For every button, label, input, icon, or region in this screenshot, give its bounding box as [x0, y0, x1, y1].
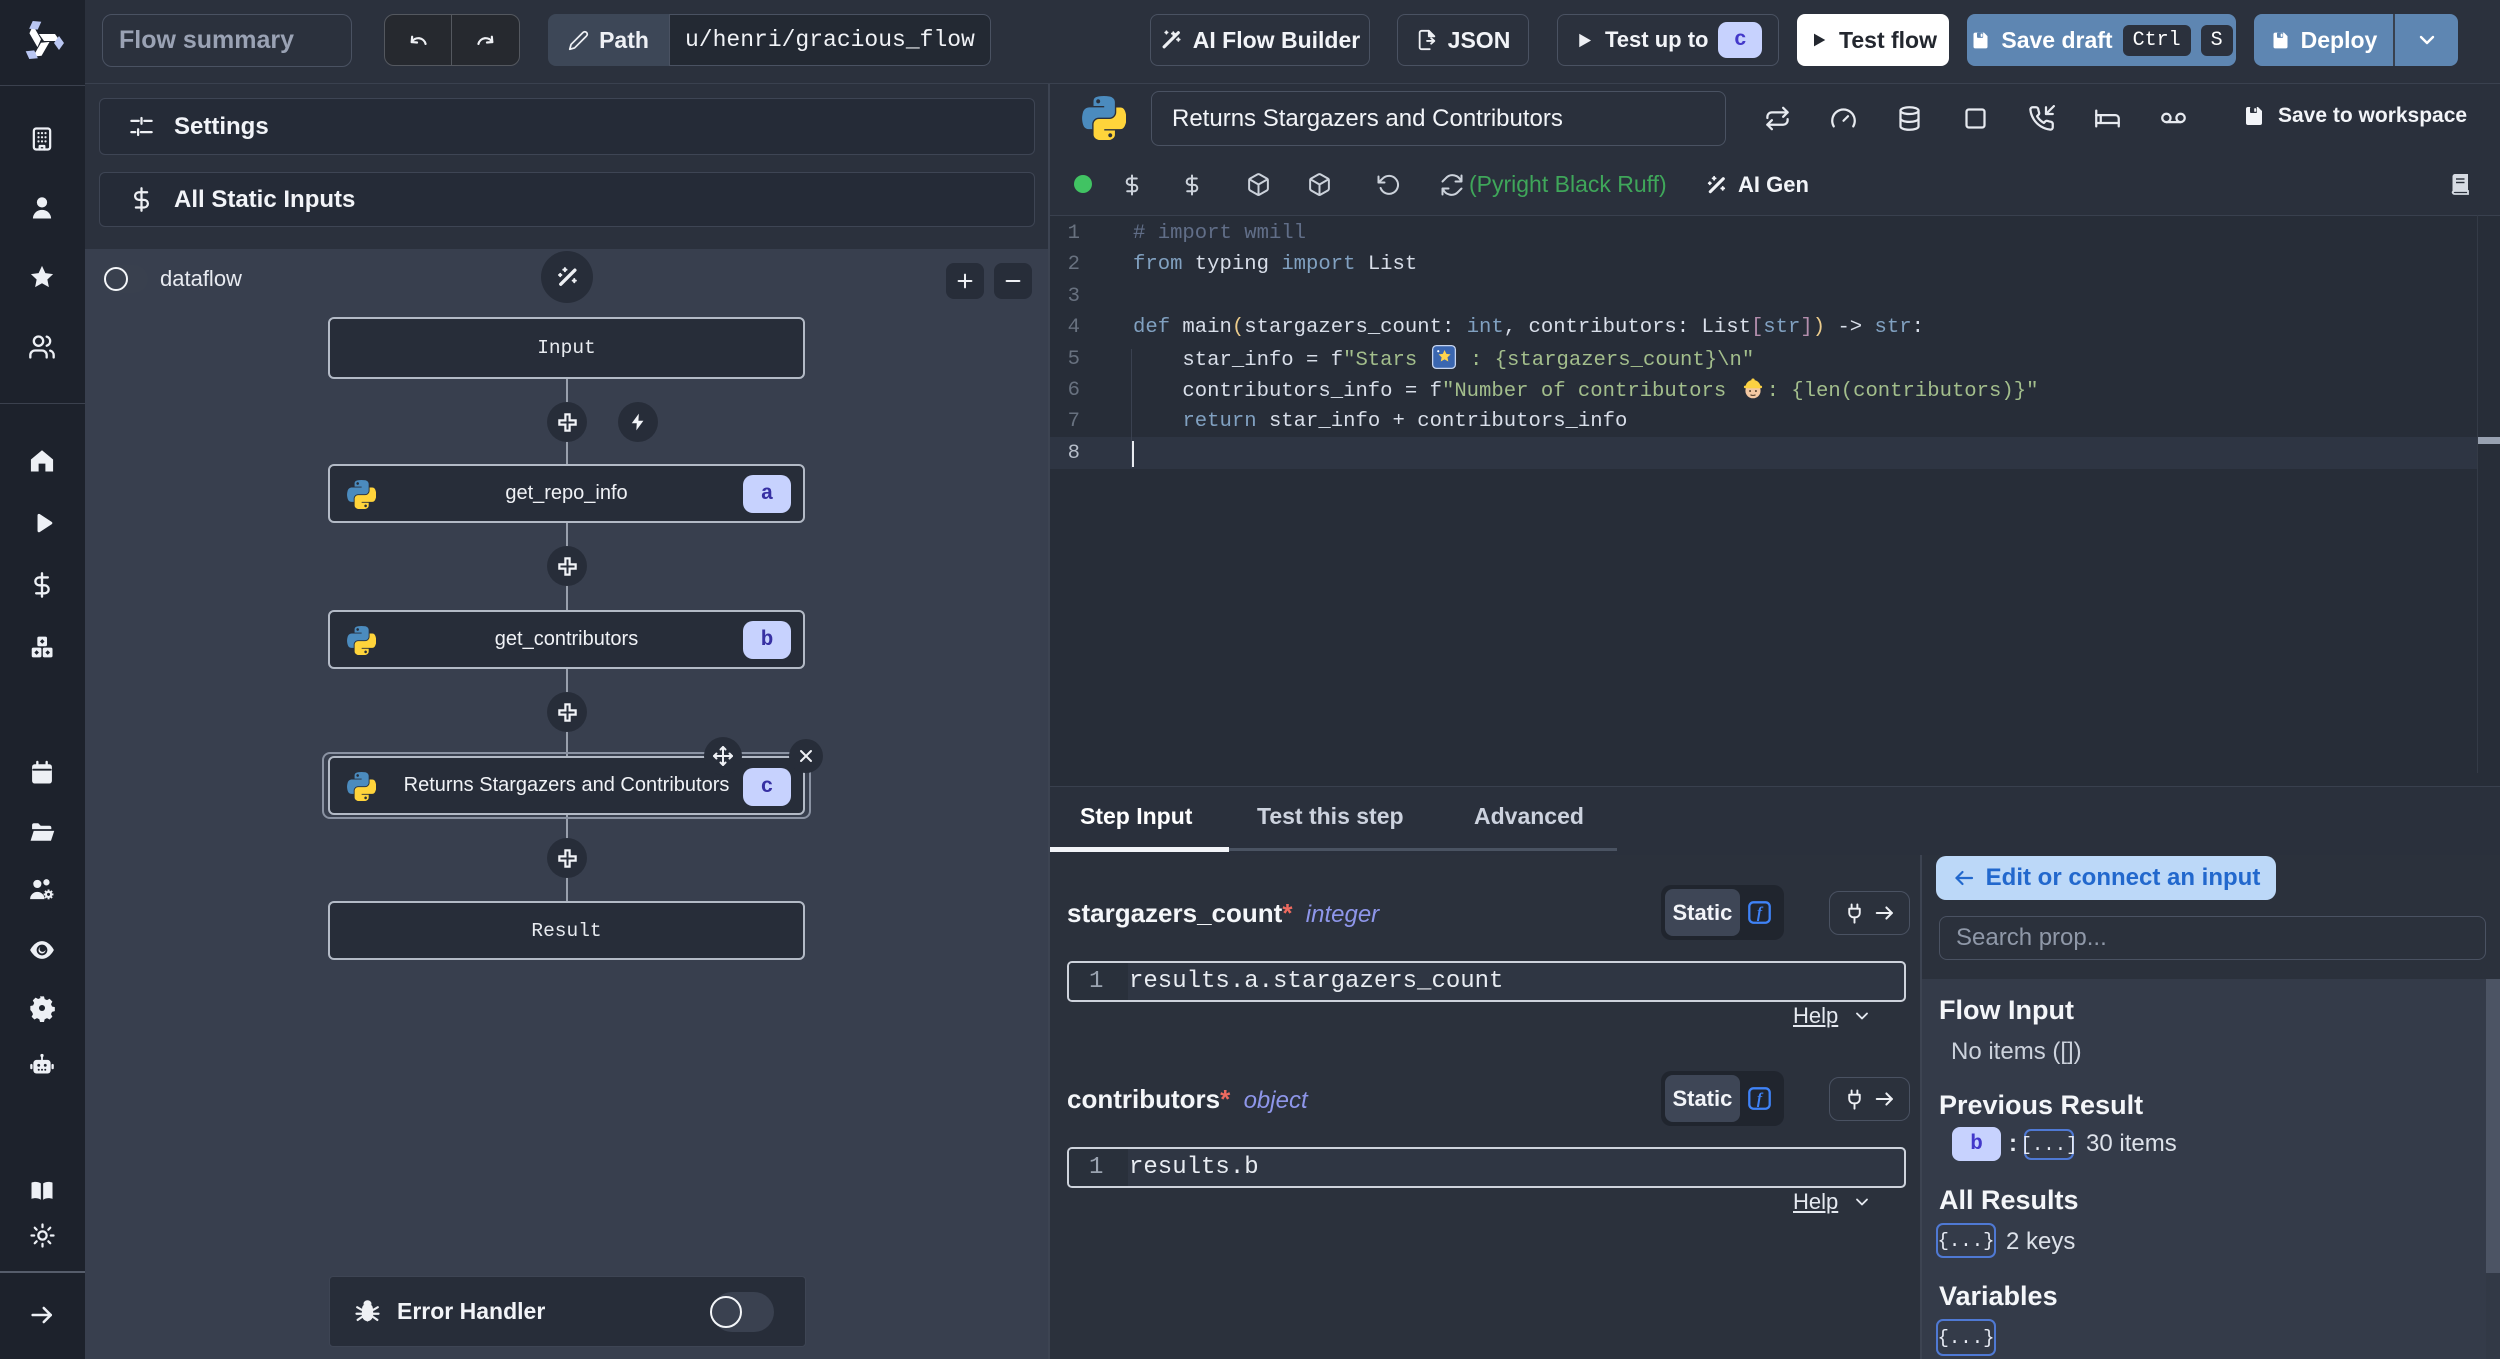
svg-text:f: f: [1757, 905, 1764, 922]
svg-text:f: f: [1757, 1091, 1764, 1108]
